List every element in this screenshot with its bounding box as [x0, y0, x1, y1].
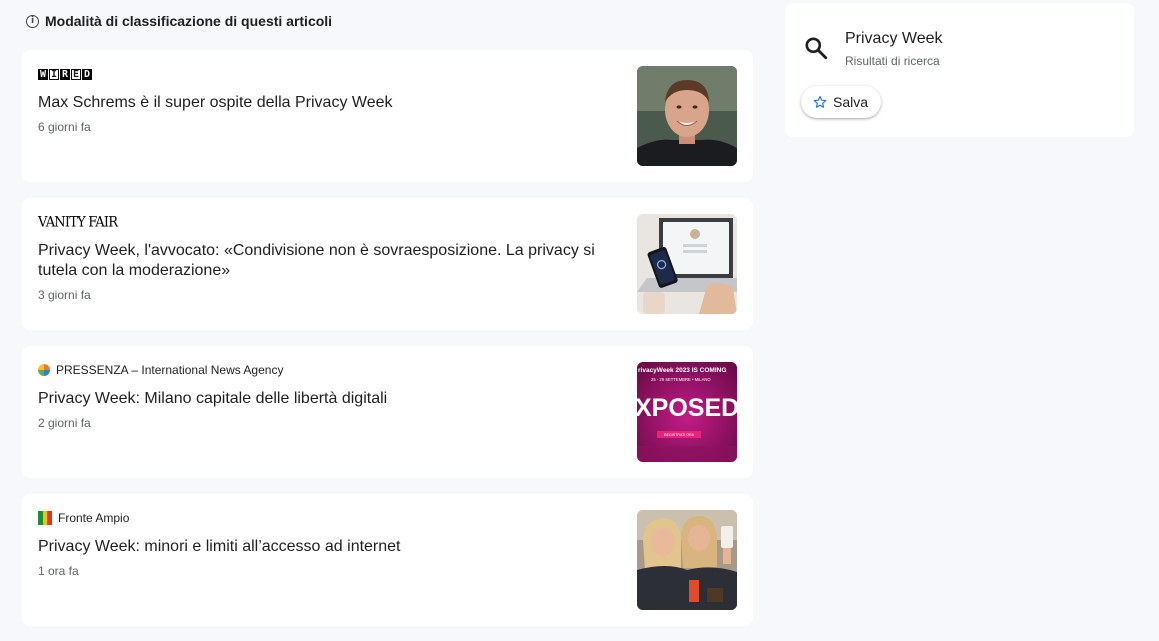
panel-subtitle: Risultati di ricerca: [845, 54, 940, 68]
pressenza-logo-icon: [38, 364, 50, 376]
ranking-info-link[interactable]: i Modalità di classificazione di questi …: [26, 13, 332, 29]
article-source: PRESSENZA – International News Agency: [38, 362, 283, 378]
selfie-girls-image: [637, 510, 737, 610]
article-source: VANITY FAIR: [38, 213, 118, 231]
article-time: 3 giorni fa: [38, 288, 91, 302]
article-thumbnail[interactable]: [637, 214, 737, 314]
privacy-week-banner-image: rivacyWeek 2023 IS COMING 25 - 29 SETTEM…: [637, 362, 737, 462]
article-card[interactable]: VANITY FAIR Privacy Week, l'avvocato: «C…: [22, 198, 753, 330]
wired-logo: WIRED: [38, 68, 92, 80]
article-time: 2 giorni fa: [38, 416, 91, 430]
panel-title: Privacy Week: [845, 30, 943, 47]
fronte-ampio-logo-icon: [38, 511, 53, 525]
laptop-phone-image: [637, 214, 737, 314]
article-title[interactable]: Privacy Week: Milano capitale delle libe…: [38, 389, 608, 409]
banner-line1: rivacyWeek 2023 IS COMING: [638, 367, 726, 374]
save-label: Salva: [833, 94, 869, 110]
article-time: 1 ora fa: [38, 564, 79, 578]
source-name: PRESSENZA – International News Agency: [56, 363, 284, 377]
star-icon: [813, 95, 827, 108]
news-results-page: i Modalità di classificazione di questi …: [0, 0, 1159, 641]
article-card[interactable]: PRESSENZA – International News Agency Pr…: [22, 346, 753, 478]
banner-button-text: REGISTRATI ORA: [664, 433, 695, 437]
banner-big-text: XPOSED: [637, 394, 737, 422]
article-title[interactable]: Privacy Week, l'avvocato: «Condivisione …: [38, 241, 608, 281]
article-card[interactable]: Fronte Ampio Privacy Week: minori e limi…: [22, 494, 753, 626]
article-time: 6 giorni fa: [38, 120, 91, 134]
banner-line2: 25 - 29 SETTEMBRE • MILANO: [651, 377, 711, 382]
info-icon: i: [26, 14, 39, 28]
article-source: WIRED: [38, 66, 92, 82]
ranking-label: Modalità di classificazione di questi ar…: [45, 13, 333, 29]
article-title[interactable]: Max Schrems è il super ospite della Priv…: [38, 93, 608, 113]
article-thumbnail[interactable]: [637, 510, 737, 610]
save-button[interactable]: Salva: [801, 86, 882, 118]
article-source: Fronte Ampio: [38, 510, 129, 526]
portrait-image: [637, 66, 737, 166]
source-name: Fronte Ampio: [58, 511, 130, 525]
article-thumbnail[interactable]: [637, 66, 737, 166]
vanity-fair-logo: VANITY FAIR: [38, 213, 118, 231]
article-thumbnail[interactable]: rivacyWeek 2023 IS COMING 25 - 29 SETTEM…: [637, 362, 737, 462]
article-card[interactable]: WIRED Max Schrems è il super ospite dell…: [22, 50, 753, 182]
search-icon: [805, 37, 828, 60]
article-title[interactable]: Privacy Week: minori e limiti all’access…: [38, 537, 608, 557]
search-topic-panel: Privacy Week Risultati di ricerca Salva: [785, 3, 1134, 137]
